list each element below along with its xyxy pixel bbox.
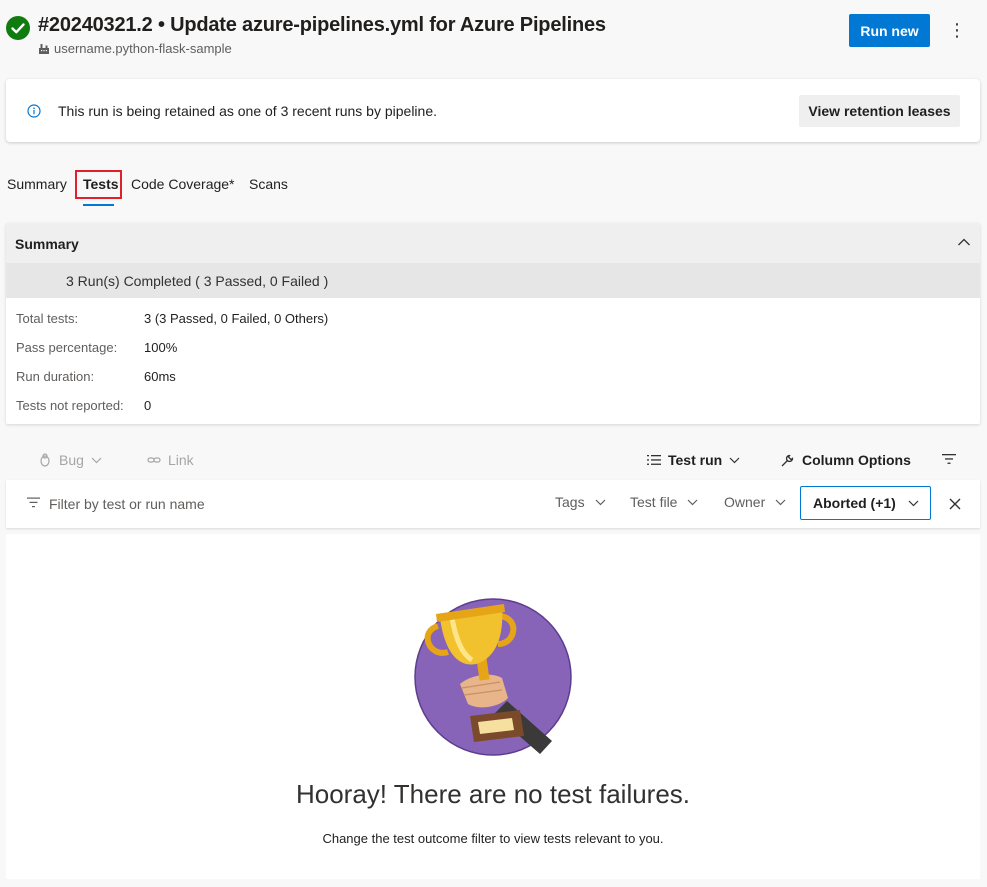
summary-card: Summary 3 Run(s) Completed ( 3 Passed, 0… [6, 223, 980, 424]
wrench-icon [781, 454, 794, 466]
results-toolbar: Bug Link Test run Column Options [6, 440, 980, 480]
stat-label-run-duration: Run duration: [16, 369, 95, 384]
chevron-down-icon [729, 457, 740, 463]
outcome-filter-label: Aborted (+1) [813, 495, 896, 511]
test-results-panel: Bug Link Test run Column Options Filter … [6, 440, 980, 528]
tab-code-coverage[interactable]: Code Coverage* [131, 176, 235, 192]
bug-button[interactable]: Bug [38, 452, 102, 468]
tab-bar: Summary Tests Code Coverage* Scans [0, 168, 400, 208]
owner-filter-label: Owner [724, 494, 766, 510]
success-check-icon [6, 16, 30, 40]
column-options-button[interactable]: Column Options [780, 452, 911, 468]
empty-state-hint: Change the test outcome filter to view t… [322, 831, 664, 846]
repository-icon [39, 43, 49, 54]
empty-state-heading: Hooray! There are no test failures. [295, 779, 691, 809]
runs-completed-text: 3 Run(s) Completed ( 3 Passed, 0 Failed … [66, 273, 329, 289]
test-file-filter-dropdown[interactable]: Test file [630, 494, 698, 510]
view-retention-leases-button[interactable]: View retention leases [799, 95, 960, 127]
bug-icon [40, 453, 50, 467]
stat-value-pass-percentage: 100% [144, 340, 178, 355]
empty-state-panel: Hooray! There are no test failures. Chan… [6, 534, 980, 879]
filter-bar: Tags Test file Owner Aborted (+1) [6, 480, 980, 528]
outcome-filter-dropdown[interactable]: Aborted (+1) [800, 486, 931, 520]
run-new-button[interactable]: Run new [849, 14, 930, 47]
chevron-up-icon[interactable] [957, 237, 971, 247]
chevron-down-icon [91, 457, 102, 463]
info-icon [27, 104, 41, 118]
summary-title: Summary [15, 236, 79, 252]
retention-message: This run is being retained as one of 3 r… [58, 103, 438, 119]
bug-label: Bug [59, 452, 84, 468]
list-icon [647, 455, 661, 465]
tab-summary[interactable]: Summary [7, 176, 67, 192]
trophy-illustration [414, 598, 572, 756]
clear-filters-close-icon[interactable] [948, 497, 962, 511]
filter-toggle-icon[interactable] [942, 453, 956, 465]
tab-scans[interactable]: Scans [249, 176, 288, 192]
link-button[interactable]: Link [147, 452, 194, 468]
chevron-down-icon [775, 499, 786, 505]
page-title: #20240321.2 • Update azure-pipelines.yml… [38, 14, 606, 36]
link-icon [147, 457, 161, 463]
tags-filter-dropdown[interactable]: Tags [555, 494, 606, 510]
tab-selected-indicator [83, 204, 114, 206]
filter-icon [27, 497, 40, 508]
link-label: Link [168, 452, 194, 468]
runs-completed-row: 3 Run(s) Completed ( 3 Passed, 0 Failed … [6, 263, 980, 298]
repo-link[interactable]: username.python-flask-sample [38, 41, 232, 56]
stat-label-pass-percentage: Pass percentage: [16, 340, 118, 355]
stat-value-run-duration: 60ms [144, 369, 176, 384]
stat-value-total-tests: 3 (3 Passed, 0 Failed, 0 Others) [144, 311, 329, 326]
more-actions-icon[interactable]: ⋮ [947, 19, 967, 41]
filter-search-input[interactable] [49, 494, 429, 514]
summary-header[interactable]: Summary [6, 223, 980, 263]
owner-filter-dropdown[interactable]: Owner [724, 494, 786, 510]
chevron-down-icon [595, 499, 606, 505]
test-run-label: Test run [668, 452, 723, 468]
stat-label-total-tests: Total tests: [16, 311, 79, 326]
column-options-label: Column Options [802, 452, 911, 468]
chevron-down-icon [908, 500, 919, 506]
repo-name: username.python-flask-sample [54, 41, 232, 56]
test-run-group-button[interactable]: Test run [647, 452, 740, 468]
tags-filter-label: Tags [555, 494, 585, 510]
chevron-down-icon [688, 499, 698, 505]
stat-label-tests-not-reported: Tests not reported: [16, 398, 124, 413]
page-header: #20240321.2 • Update azure-pipelines.yml… [0, 0, 987, 70]
test-file-filter-label: Test file [630, 494, 678, 510]
retention-banner: This run is being retained as one of 3 r… [6, 79, 980, 142]
stat-value-tests-not-reported: 0 [144, 398, 152, 413]
tab-tests[interactable]: Tests [83, 176, 119, 192]
